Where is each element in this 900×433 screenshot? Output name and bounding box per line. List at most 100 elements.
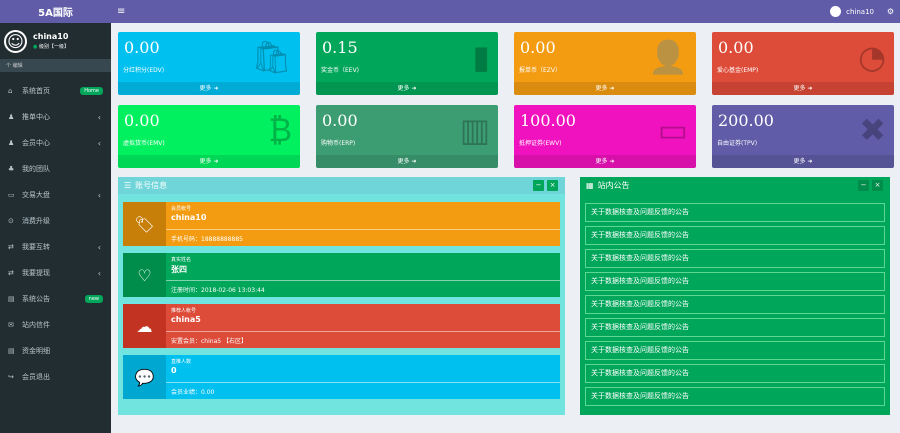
sidebar-item-label: 我的团队 <box>22 165 50 173</box>
account-info-panel: ☰ 账号信息 − × 🏷 会员帐号 china10 手机号码：18888888885… <box>118 177 565 415</box>
menu-icon: ♟ <box>8 113 15 121</box>
top-username: china10 <box>846 7 874 16</box>
stat-value: 200.00 <box>718 111 774 130</box>
settings-gear-icon[interactable]: ⚙ <box>887 7 894 16</box>
sidebar-item[interactable]: ▤ 资金明细 <box>0 338 111 364</box>
calendar-icon: ▦ <box>586 181 594 190</box>
sidebar-item[interactable]: ↪ 会员退出 <box>0 364 111 390</box>
sidebar-item-label: 资金明细 <box>22 347 50 355</box>
sidebar-item[interactable]: ⌂ 系统首页 Home <box>0 78 111 104</box>
notice-item[interactable]: 关于数据核查及问题反馈的公告 <box>585 341 885 360</box>
notice-item[interactable]: 关于数据核查及问题反馈的公告 <box>585 203 885 222</box>
more-link[interactable]: 更多 ➜ <box>712 155 894 168</box>
sidebar-item[interactable]: ♣ 我的团队 <box>0 156 111 182</box>
more-link[interactable]: 更多 ➜ <box>118 155 300 168</box>
stat-label: 报单币（EZV） <box>519 67 562 74</box>
collapse-button[interactable]: − <box>858 180 869 191</box>
menu-badge: Home <box>80 87 103 95</box>
stat-value: 0.00 <box>124 111 160 130</box>
list-icon: ☰ <box>124 181 132 190</box>
user-status: ● 级别【一级】 <box>33 43 69 50</box>
notice-item[interactable]: 关于数据核查及问题反馈的公告 <box>585 249 885 268</box>
user-level: 级别【一级】 <box>38 44 69 50</box>
stat-value: 100.00 <box>520 111 576 130</box>
stat-label: 爱心基金(EMP) <box>717 67 759 74</box>
avatar-icon: ☺ <box>4 29 27 53</box>
close-button[interactable]: × <box>872 180 883 191</box>
info-sub: 注册时间：2018-02-06 13:03:44 <box>166 280 560 298</box>
account-info-card: 💬 直推人数 0 会员业绩：0.00 <box>123 355 560 399</box>
chevron-left-icon: ‹ <box>97 190 101 200</box>
more-link[interactable]: 更多 ➜ <box>514 82 696 95</box>
stat-value: 0.00 <box>718 38 754 57</box>
sidebar-item[interactable]: ▭ 交易大盘 ‹ <box>0 182 111 208</box>
stat-value: 0.00 <box>124 38 160 57</box>
sidebar-item-label: 交易大盘 <box>22 191 50 199</box>
user-avatar-icon <box>830 6 842 17</box>
sidebar-item-label: 系统首页 <box>22 87 50 95</box>
sidebar-item-label: 我要互转 <box>22 243 50 251</box>
chevron-left-icon: ‹ <box>97 138 101 148</box>
menu-icon: ⊙ <box>8 217 14 225</box>
chevron-left-icon: ‹ <box>97 268 101 278</box>
stat-value: 0.00 <box>322 111 358 130</box>
stat-box: 100.00 抵押证券(EWV) ▭ 更多 ➜ <box>514 105 696 168</box>
stat-icon: ₿ <box>268 111 292 149</box>
stat-label: 奖金币（EEV) <box>321 67 360 74</box>
sidebar-item[interactable]: ⇄ 我要互转 ‹ <box>0 234 111 260</box>
close-button[interactable]: × <box>547 180 558 191</box>
info-sub: 安置会员：china5 【右区】 <box>166 331 560 349</box>
stat-icon: ◔ <box>858 38 886 76</box>
account-info-card: ♡ 真实姓名 张四 注册时间：2018-02-06 13:03:44 <box>123 253 560 297</box>
sidebar-search[interactable]: 个 编辑 <box>0 59 111 72</box>
stat-label: 虚拟货币(EMV) <box>123 140 165 147</box>
more-link[interactable]: 更多 ➜ <box>712 82 894 95</box>
stat-icon: 🛍 <box>251 38 292 76</box>
account-info-card: 🏷 会员帐号 china10 手机号码：18888888885 <box>123 202 560 246</box>
sidebar-item-label: 推单中心 <box>22 113 50 121</box>
collapse-button[interactable]: − <box>533 180 544 191</box>
stat-value: 0.15 <box>322 38 358 57</box>
more-link[interactable]: 更多 ➜ <box>514 155 696 168</box>
menu-icon: ▤ <box>8 347 15 355</box>
stat-value: 0.00 <box>520 38 556 57</box>
notice-item[interactable]: 关于数据核查及问题反馈的公告 <box>585 295 885 314</box>
stat-box: 0.15 奖金币（EEV) ▮ 更多 ➜ <box>316 32 498 95</box>
notice-item[interactable]: 关于数据核查及问题反馈的公告 <box>585 226 885 245</box>
sidebar-item[interactable]: ♟ 会员中心 ‹ <box>0 130 111 156</box>
stat-icon: ▮ <box>472 38 490 76</box>
notice-item[interactable]: 关于数据核查及问题反馈的公告 <box>585 364 885 383</box>
menu-icon: ✉ <box>8 321 14 329</box>
stat-box: 0.00 爱心基金(EMP) ◔ 更多 ➜ <box>712 32 894 95</box>
stat-label: 分红积分(EDV) <box>123 67 165 74</box>
menu-icon: ⇄ <box>8 269 14 277</box>
info-label: 会员帐号 <box>171 206 192 212</box>
sidebar-item[interactable]: ✉ 站内信件 <box>0 312 111 338</box>
info-label: 真实姓名 <box>171 257 192 263</box>
sidebar-item[interactable]: ⊙ 消费升级 <box>0 208 111 234</box>
menu-icon: ♣ <box>8 165 15 173</box>
more-link[interactable]: 更多 ➜ <box>316 155 498 168</box>
info-label: 直推人数 <box>171 359 192 365</box>
info-icon: ♡ <box>123 253 166 297</box>
account-info-card: ☁ 推荐人帐号 china5 安置会员：china5 【右区】 <box>123 304 560 348</box>
menu-icon: ♟ <box>8 139 15 147</box>
chevron-left-icon: ‹ <box>97 112 101 122</box>
notice-item[interactable]: 关于数据核查及问题反馈的公告 <box>585 272 885 291</box>
menu-toggle-icon[interactable]: ≡ <box>117 6 125 17</box>
stat-box: 200.00 自由证券(TPV) ✖ 更多 ➜ <box>712 105 894 168</box>
brand-logo[interactable]: 5A国际 <box>0 0 111 23</box>
more-link[interactable]: 更多 ➜ <box>118 82 300 95</box>
notice-item[interactable]: 关于数据核查及问题反馈的公告 <box>585 318 885 337</box>
sidebar-item[interactable]: ⇄ 我要提现 ‹ <box>0 260 111 286</box>
top-user-menu[interactable]: china10 <box>830 6 874 17</box>
more-link[interactable]: 更多 ➜ <box>316 82 498 95</box>
notice-item[interactable]: 关于数据核查及问题反馈的公告 <box>585 387 885 406</box>
sidebar-menu: ⌂ 系统首页 Home ♟ 推单中心 ‹ ♟ 会员中心 ‹ ♣ 我的团队 ▭ 交易大盘 ‹ ⊙ 消费升级 ⇄ 我要… <box>0 78 111 390</box>
sidebar-item[interactable]: ♟ 推单中心 ‹ <box>0 104 111 130</box>
info-icon: ☁ <box>123 304 166 348</box>
sidebar-item[interactable]: ▤ 系统公告 new <box>0 286 111 312</box>
sidebar-item-label: 系统公告 <box>22 295 50 303</box>
menu-icon: ▭ <box>8 191 15 199</box>
sidebar-item-label: 我要提现 <box>22 269 50 277</box>
